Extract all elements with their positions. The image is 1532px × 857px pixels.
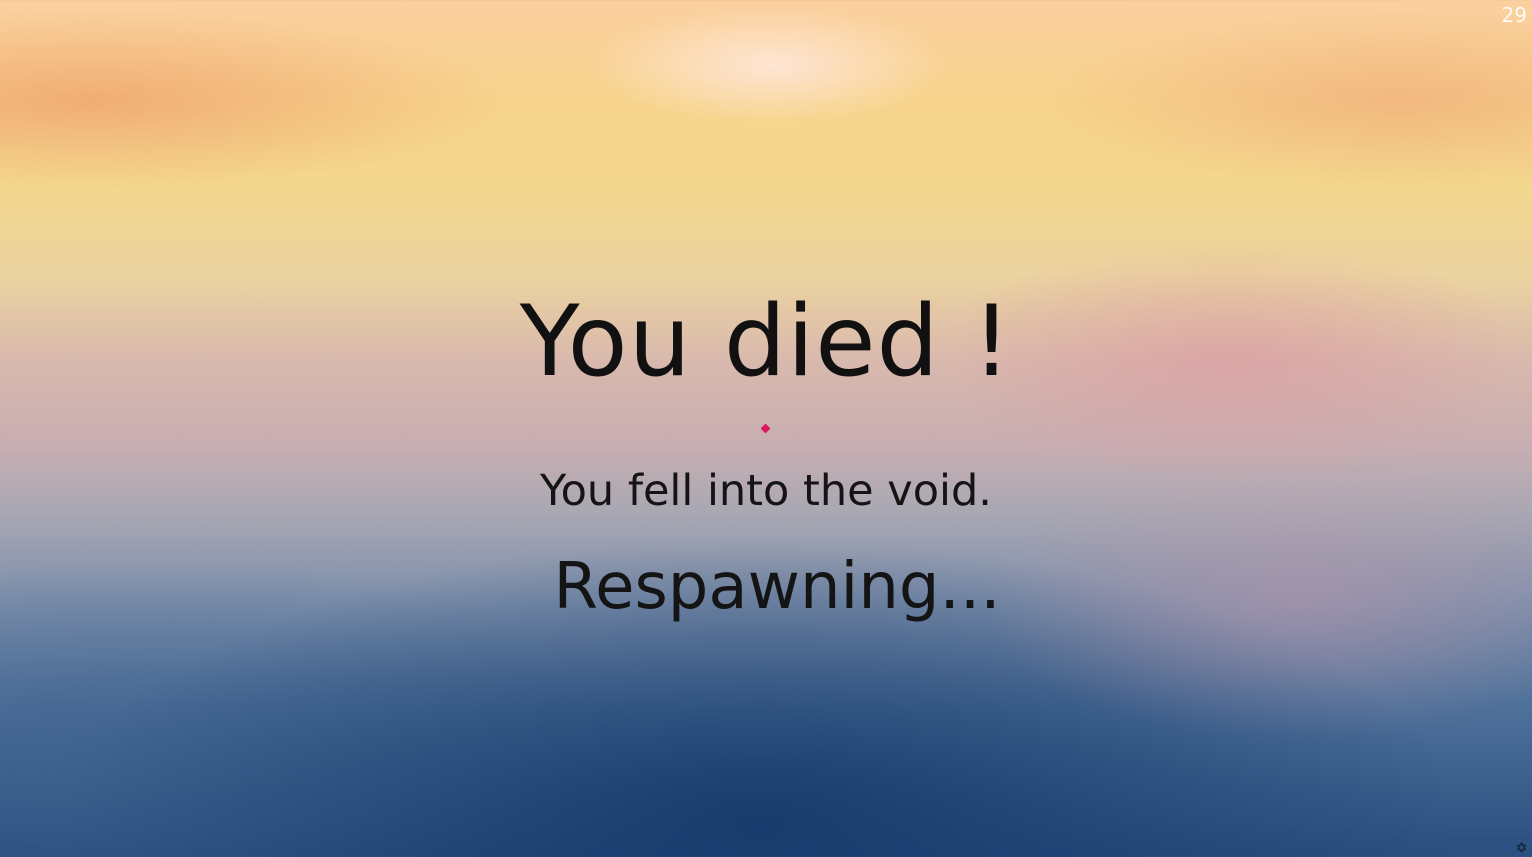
fps-counter: 29 — [1501, 3, 1527, 27]
respawn-status: Respawning... — [553, 550, 1001, 624]
death-title: You died ! — [519, 285, 1013, 399]
death-reason: You fell into the void. — [540, 466, 992, 516]
crosshair-icon — [760, 423, 771, 434]
gear-icon[interactable] — [1515, 841, 1528, 854]
gear-icon-svg — [1516, 842, 1527, 853]
